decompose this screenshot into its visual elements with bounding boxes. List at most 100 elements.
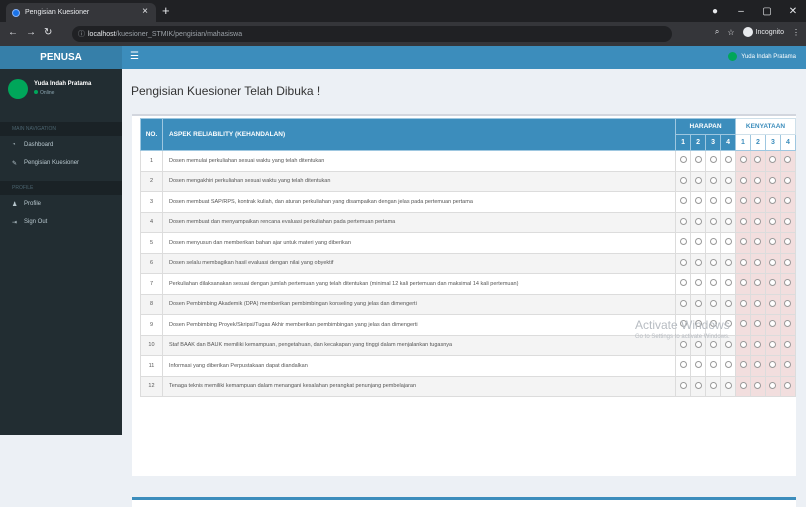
kenyataan-radio[interactable] [754,217,762,225]
info-icon[interactable]: ⓘ [78,29,85,39]
kenyataan-radio[interactable] [754,320,762,328]
harapan-radio[interactable] [724,197,732,205]
kenyataan-radio[interactable] [739,156,747,164]
kenyataan-radio[interactable] [769,176,777,184]
harapan-radio[interactable] [724,340,732,348]
kenyataan-radio[interactable] [784,156,792,164]
harapan-radio[interactable] [709,238,717,246]
hamburger-icon[interactable]: ☰ [130,51,139,62]
harapan-radio[interactable] [724,217,732,225]
kenyataan-radio[interactable] [784,217,792,225]
harapan-radio[interactable] [679,197,687,205]
back-icon[interactable]: ← [8,27,18,38]
harapan-radio[interactable] [709,258,717,266]
harapan-radio[interactable] [679,361,687,369]
sidebar-item-signout[interactable]: ⇥ Sign Out [0,214,122,230]
kenyataan-radio[interactable] [754,381,762,389]
kenyataan-radio[interactable] [769,299,777,307]
reload-icon[interactable]: ↻ [44,27,52,38]
kenyataan-radio[interactable] [754,238,762,246]
harapan-radio[interactable] [709,176,717,184]
kenyataan-radio[interactable] [754,361,762,369]
kenyataan-radio[interactable] [784,340,792,348]
kenyataan-radio[interactable] [769,340,777,348]
kenyataan-radio[interactable] [754,156,762,164]
maximize-icon[interactable]: ▢ [754,6,780,17]
minimize-icon[interactable]: – [728,6,754,17]
harapan-radio[interactable] [724,238,732,246]
search-icon[interactable]: ⌕ [715,27,719,37]
kenyataan-radio[interactable] [739,381,747,389]
kenyataan-radio[interactable] [769,381,777,389]
harapan-radio[interactable] [679,217,687,225]
url-input[interactable]: ⓘ localhost /kuesioner_STMIK/pengisian/m… [72,26,672,42]
harapan-radio[interactable] [709,197,717,205]
kenyataan-radio[interactable] [769,238,777,246]
record-icon[interactable]: ● [702,6,728,17]
incognito-badge[interactable]: Incognito [742,27,784,37]
harapan-radio[interactable] [694,381,702,389]
kenyataan-radio[interactable] [739,299,747,307]
kenyataan-radio[interactable] [769,361,777,369]
harapan-radio[interactable] [724,381,732,389]
harapan-radio[interactable] [679,279,687,287]
harapan-radio[interactable] [694,238,702,246]
harapan-radio[interactable] [709,361,717,369]
harapan-radio[interactable] [694,217,702,225]
close-window-icon[interactable]: ✕ [780,6,806,17]
harapan-radio[interactable] [679,258,687,266]
harapan-radio[interactable] [694,176,702,184]
kenyataan-radio[interactable] [769,217,777,225]
harapan-radio[interactable] [724,361,732,369]
kenyataan-radio[interactable] [769,320,777,328]
harapan-radio[interactable] [709,156,717,164]
harapan-radio[interactable] [724,279,732,287]
kenyataan-radio[interactable] [769,279,777,287]
harapan-radio[interactable] [679,299,687,307]
harapan-radio[interactable] [724,299,732,307]
harapan-radio[interactable] [694,279,702,287]
kenyataan-radio[interactable] [784,381,792,389]
kenyataan-radio[interactable] [784,361,792,369]
kenyataan-radio[interactable] [739,361,747,369]
kenyataan-radio[interactable] [739,340,747,348]
kenyataan-radio[interactable] [754,279,762,287]
harapan-radio[interactable] [709,299,717,307]
harapan-radio[interactable] [709,340,717,348]
kenyataan-radio[interactable] [754,299,762,307]
kenyataan-radio[interactable] [754,258,762,266]
harapan-radio[interactable] [679,156,687,164]
harapan-radio[interactable] [679,340,687,348]
harapan-radio[interactable] [709,381,717,389]
harapan-radio[interactable] [709,279,717,287]
harapan-radio[interactable] [679,381,687,389]
kenyataan-radio[interactable] [784,197,792,205]
kenyataan-radio[interactable] [769,156,777,164]
browser-tab[interactable]: Pengisian Kuesioner × [6,3,156,22]
kenyataan-radio[interactable] [739,320,747,328]
harapan-radio[interactable] [694,361,702,369]
sidebar-item-profile[interactable]: ♟ Profile [0,196,122,212]
kenyataan-radio[interactable] [784,320,792,328]
forward-icon[interactable]: → [26,27,36,38]
kenyataan-radio[interactable] [754,340,762,348]
harapan-radio[interactable] [679,238,687,246]
harapan-radio[interactable] [694,299,702,307]
kenyataan-radio[interactable] [739,197,747,205]
new-tab-icon[interactable]: + [162,3,170,18]
kenyataan-radio[interactable] [739,258,747,266]
kenyataan-radio[interactable] [739,279,747,287]
kenyataan-radio[interactable] [754,176,762,184]
kenyataan-radio[interactable] [739,176,747,184]
kenyataan-radio[interactable] [754,197,762,205]
harapan-radio[interactable] [694,340,702,348]
harapan-radio[interactable] [724,176,732,184]
sidebar-item-pengisian[interactable]: ✎ Pengisian Kuesioner [0,155,122,171]
kenyataan-radio[interactable] [784,176,792,184]
menu-icon[interactable]: ⋮ [792,28,800,37]
close-tab-icon[interactable]: × [142,6,148,17]
harapan-radio[interactable] [724,258,732,266]
kenyataan-radio[interactable] [784,279,792,287]
kenyataan-radio[interactable] [739,217,747,225]
kenyataan-radio[interactable] [784,258,792,266]
